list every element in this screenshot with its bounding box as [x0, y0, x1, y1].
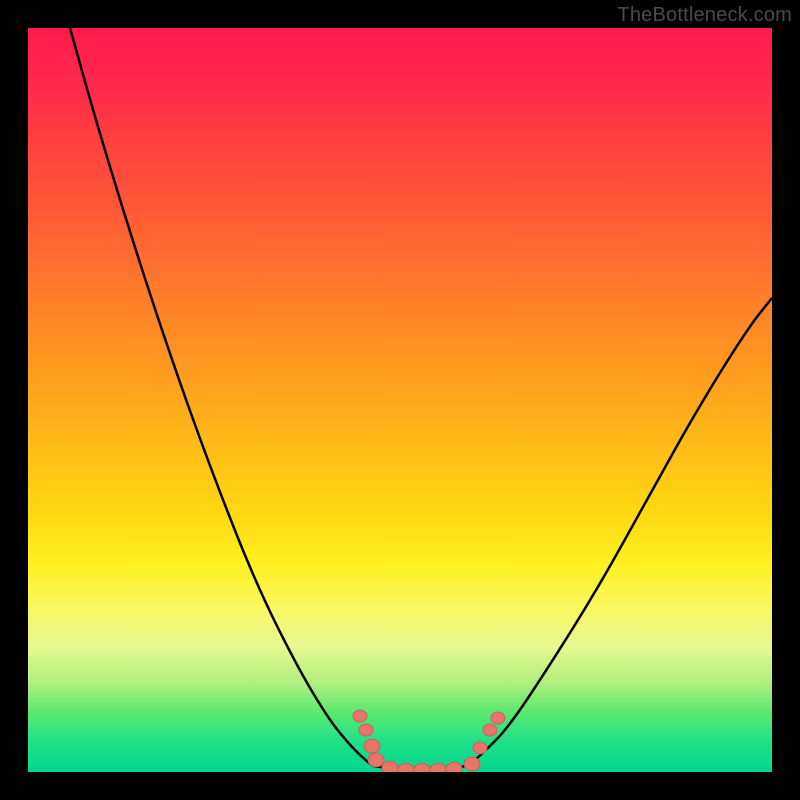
curve-beads: [353, 710, 505, 772]
bead: [368, 753, 384, 767]
bead: [491, 712, 505, 724]
bead: [446, 762, 462, 772]
bead: [483, 724, 497, 736]
curve-right: [468, 298, 772, 766]
watermark: TheBottleneck.com: [617, 4, 792, 27]
bead: [359, 724, 373, 736]
bead: [364, 739, 380, 753]
bead: [464, 757, 480, 771]
bead: [430, 763, 446, 772]
chart-frame: [28, 28, 772, 772]
bead: [382, 761, 398, 772]
bead: [414, 763, 430, 772]
bead: [398, 763, 414, 772]
curve-left: [70, 28, 373, 766]
bead: [353, 710, 367, 722]
chart-svg: [28, 28, 772, 772]
bead: [473, 742, 487, 754]
